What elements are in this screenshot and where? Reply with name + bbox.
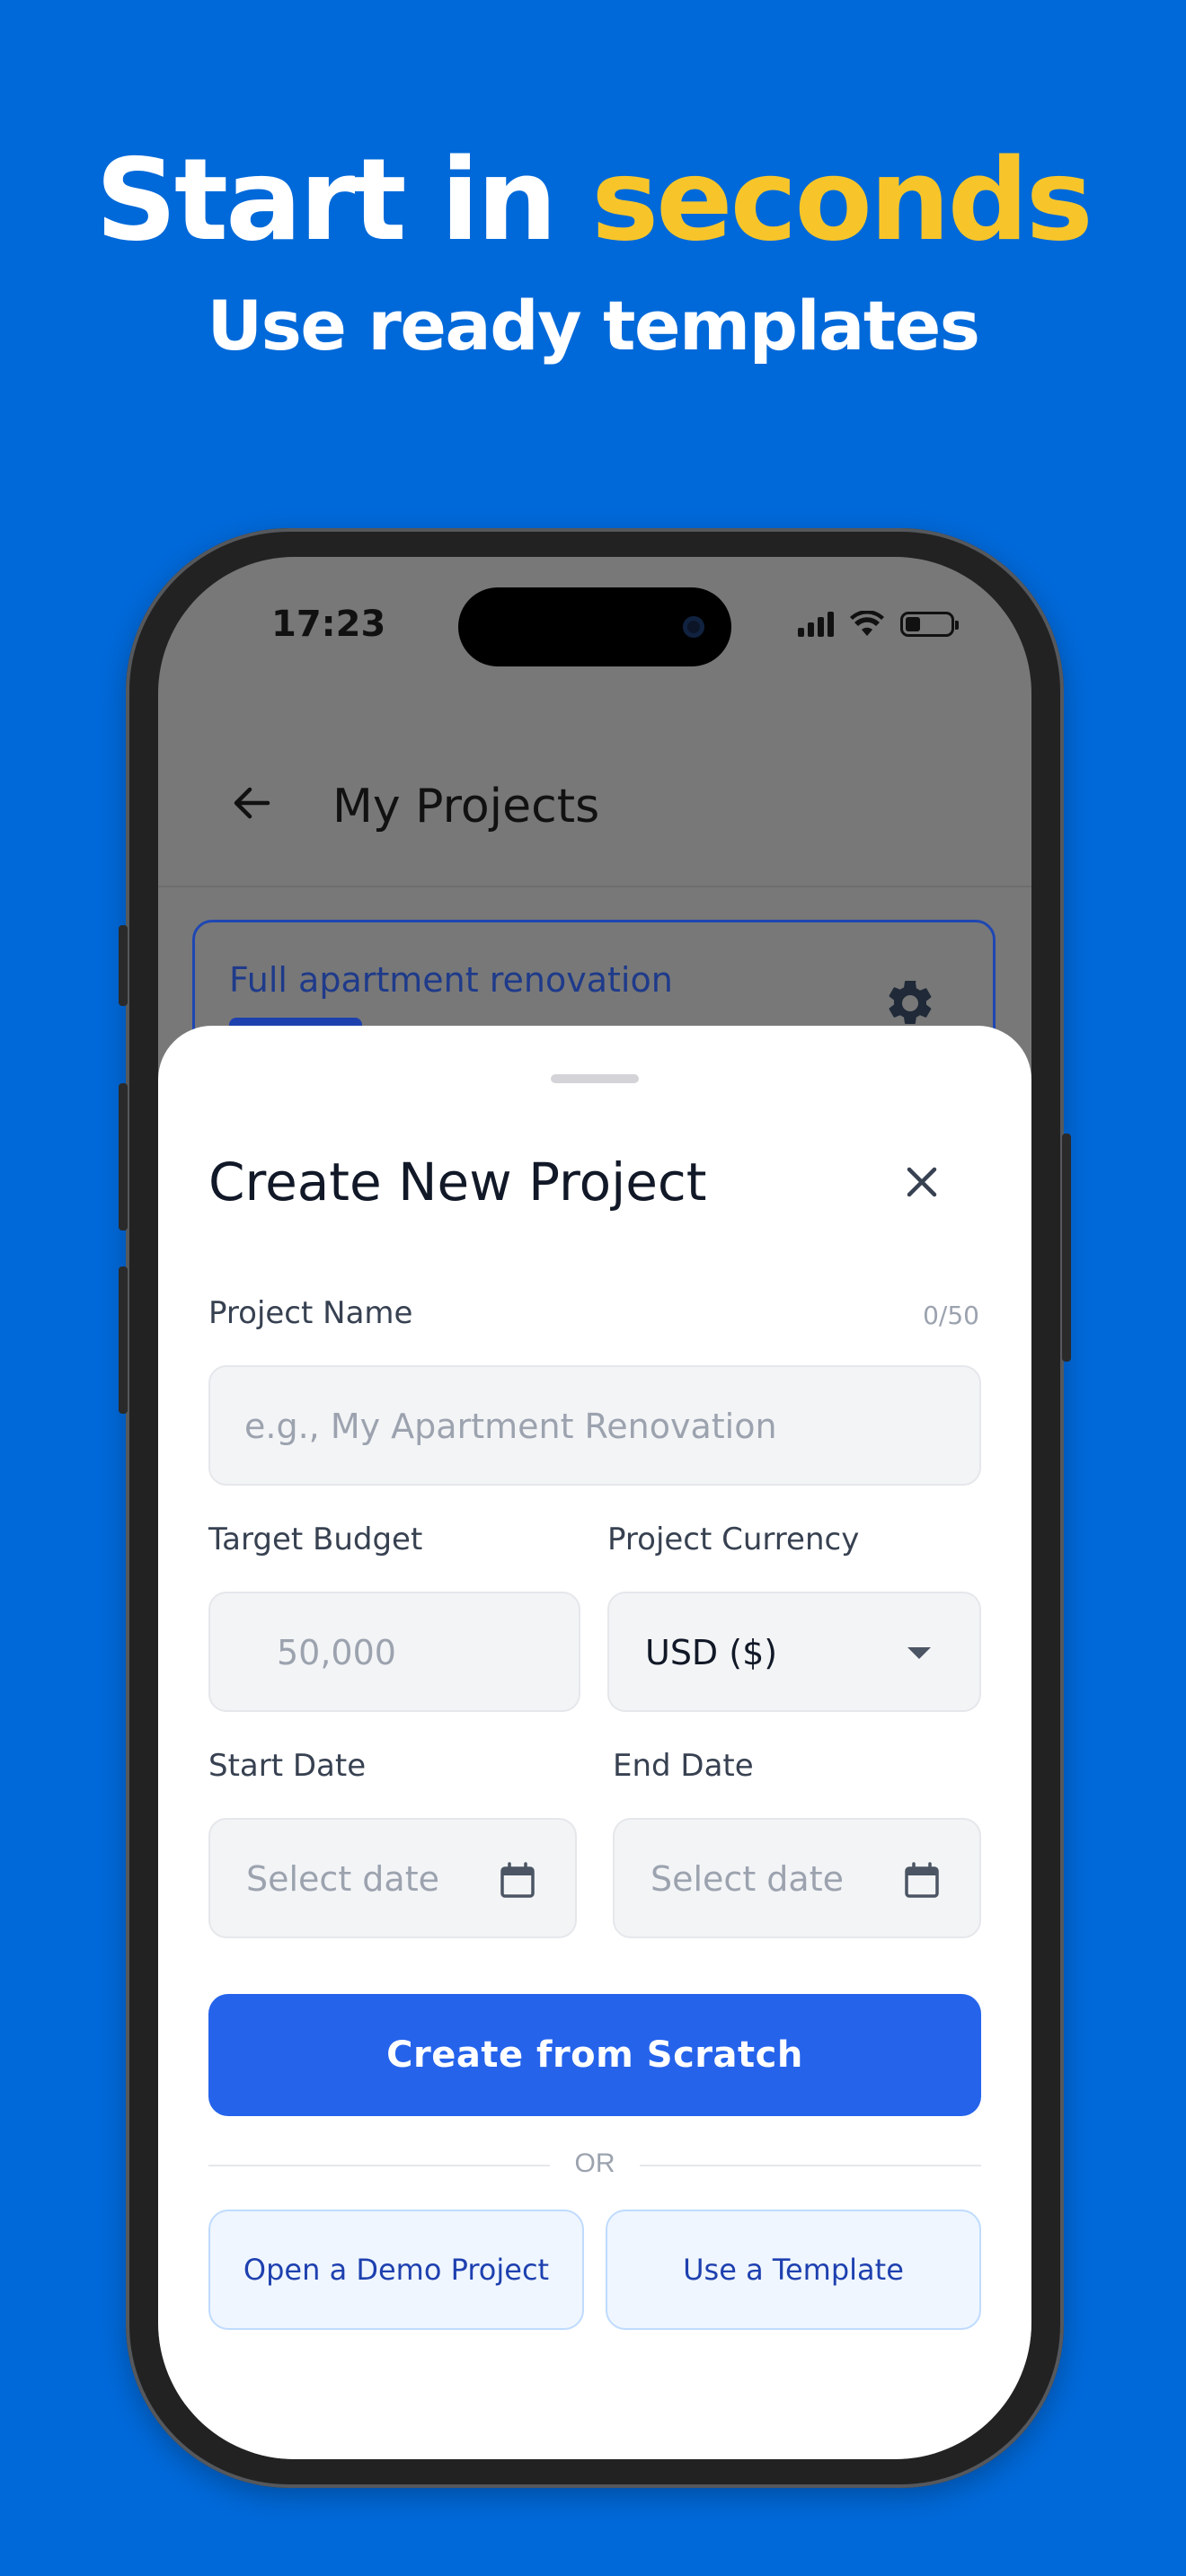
sheet-title: Create New Project xyxy=(208,1151,707,1213)
divider-line-right xyxy=(640,2165,981,2166)
project-name-label: Project Name xyxy=(208,1295,413,1331)
project-card-title: Full apartment renovation xyxy=(229,960,673,1000)
gear-icon[interactable] xyxy=(883,976,937,1030)
status-time: 17:23 xyxy=(271,604,386,645)
end-date-field[interactable]: Select date xyxy=(613,1818,981,1938)
or-text: OR xyxy=(574,2148,615,2178)
status-icons xyxy=(798,611,959,638)
promo-subhead: Use ready templates xyxy=(207,286,980,366)
end-date-placeholder: Select date xyxy=(651,1859,844,1899)
project-name-placeholder: e.g., My Apartment Renovation xyxy=(244,1407,777,1446)
phone-power-button xyxy=(1062,1134,1071,1362)
app-bar: My Projects xyxy=(158,728,1031,887)
use-template-button[interactable]: Use a Template xyxy=(606,2210,981,2330)
close-icon[interactable] xyxy=(900,1160,943,1204)
create-project-sheet: Create New Project Project Name 0/50 e.g… xyxy=(158,1026,1031,2459)
start-date-placeholder: Select date xyxy=(246,1859,439,1899)
headline-highlight: seconds xyxy=(591,134,1093,266)
phone-volume-up xyxy=(119,1083,128,1231)
wifi-icon xyxy=(850,611,884,636)
dynamic-island xyxy=(458,587,731,666)
target-budget-placeholder: 50,000 xyxy=(277,1633,396,1672)
currency-value: USD ($) xyxy=(645,1633,778,1672)
phone-action-button xyxy=(119,925,128,1006)
start-date-label: Start Date xyxy=(208,1748,367,1784)
promo-headline: Start in seconds xyxy=(0,144,1186,257)
open-demo-project-button[interactable]: Open a Demo Project xyxy=(208,2210,584,2330)
character-counter: 0/50 xyxy=(923,1301,979,1330)
chevron-down-icon xyxy=(907,1647,931,1659)
camera-icon xyxy=(683,616,704,638)
start-date-field[interactable]: Select date xyxy=(208,1818,577,1938)
phone-screen: 17:23 My Projects Full apartment renovat… xyxy=(158,557,1031,2459)
project-name-input[interactable]: e.g., My Apartment Renovation xyxy=(208,1365,981,1486)
battery-icon xyxy=(900,612,959,637)
target-budget-label: Target Budget xyxy=(208,1522,423,1557)
drag-handle[interactable] xyxy=(551,1074,639,1083)
page-title: My Projects xyxy=(332,780,600,834)
calendar-icon[interactable] xyxy=(902,1861,942,1901)
calendar-icon[interactable] xyxy=(498,1861,537,1901)
cellular-signal-icon xyxy=(798,612,834,637)
currency-select[interactable]: USD ($) xyxy=(607,1592,981,1712)
currency-label: Project Currency xyxy=(607,1522,860,1557)
target-budget-input[interactable]: 50,000 xyxy=(208,1592,580,1712)
or-divider: OR xyxy=(208,2147,981,2183)
create-from-scratch-button[interactable]: Create from Scratch xyxy=(208,1994,981,2116)
headline-text-1: Start in xyxy=(95,134,592,266)
end-date-label: End Date xyxy=(613,1748,754,1784)
arrow-left-icon[interactable] xyxy=(228,780,275,826)
phone-volume-down xyxy=(119,1266,128,1414)
